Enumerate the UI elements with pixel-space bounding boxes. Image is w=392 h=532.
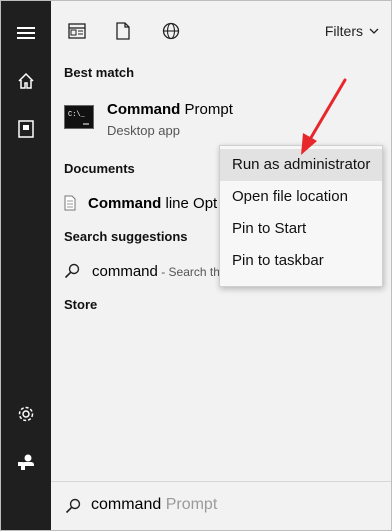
web-filter-button[interactable] [159,19,183,43]
svg-text:C:\_: C:\_ [68,111,86,119]
gear-icon [18,406,34,422]
search-box[interactable]: command Prompt [51,481,391,530]
documents-filter-button[interactable] [111,19,135,43]
settings-button[interactable] [1,390,51,438]
section-best-match: Best match [64,65,135,80]
document-icon [116,22,130,40]
menu-item-pin-to-taskbar[interactable]: Pin to taskbar [220,245,382,277]
home-button[interactable] [1,57,51,105]
command-prompt-icon: C:\_ [64,105,94,129]
apps-filter-button[interactable] [65,19,89,43]
best-match-title: Command Prompt [107,101,233,118]
section-documents: Documents [64,161,135,176]
device-icon [18,120,34,138]
menu-item-open-file-location[interactable]: Open file location [220,181,382,213]
chevron-down-icon [369,28,379,34]
search-input[interactable]: command Prompt [91,496,217,514]
section-search-suggestions: Search suggestions [64,229,188,244]
filter-toolbar: Filters [51,1,391,59]
menu-item-pin-to-start[interactable]: Pin to Start [220,213,382,245]
file-icon [64,195,76,211]
search-box-icon [65,498,81,514]
menu-item-run-as-administrator[interactable]: Run as administrator [220,149,382,181]
context-menu: Run as administrator Open file location … [219,145,383,287]
hamburger-menu-button[interactable] [1,9,51,57]
start-search-window: Filters Best match C:\_ Command Prompt D… [0,0,392,531]
filters-label: Filters [324,23,363,39]
search-suggestion[interactable]: command - Search th [64,261,220,281]
hamburger-icon [17,27,35,39]
user-icon [18,454,34,470]
document-result[interactable]: Command line Opt [64,193,217,213]
best-match-subtitle: Desktop app [107,123,180,138]
start-sidebar [1,1,51,530]
user-button[interactable] [1,438,51,486]
home-icon [18,72,34,89]
document-result-label: Command line Opt [88,194,218,212]
section-store: Store [64,297,98,312]
filters-dropdown[interactable]: Filters [325,23,379,39]
search-suggestion-label: command - Search th [92,262,220,280]
device-button[interactable] [1,105,51,153]
search-icon [64,263,80,279]
web-icon [162,22,180,40]
apps-icon [68,23,86,39]
